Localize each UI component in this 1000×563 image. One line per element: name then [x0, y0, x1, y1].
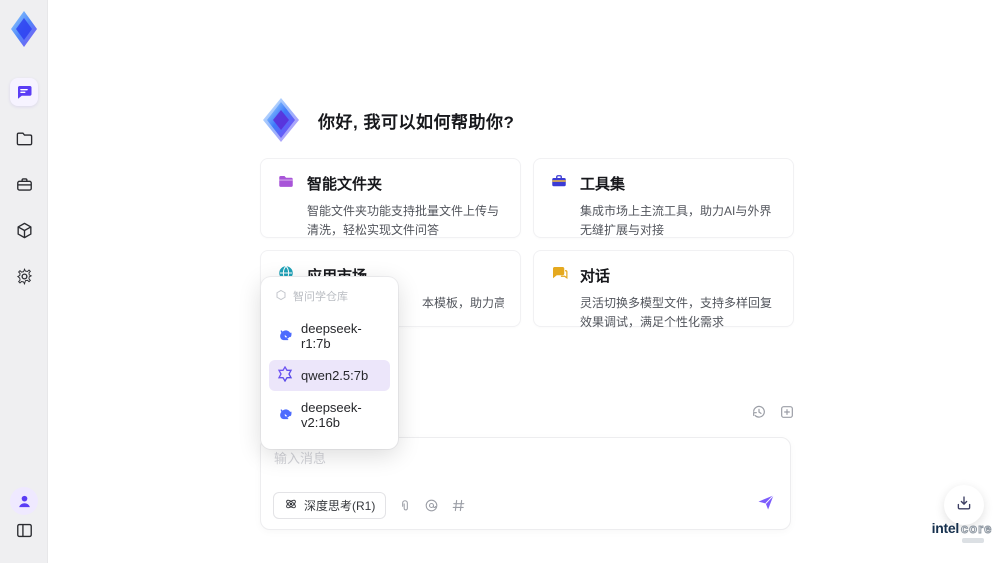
- folder-icon: [15, 129, 34, 148]
- card-desc: 集成市场上主流工具，助力AI与外界无缝扩展与对接: [580, 204, 772, 238]
- model-option-label: deepseek-r1:7b: [301, 321, 362, 351]
- deepseek-whale-icon: [277, 327, 293, 346]
- sidebar-item-collapse[interactable]: [10, 516, 38, 544]
- repo-icon: [275, 289, 287, 304]
- app-logo: [8, 8, 40, 50]
- download-icon: [955, 494, 973, 517]
- paperclip-icon[interactable]: [398, 499, 412, 513]
- model-option-label: qwen2.5:7b: [301, 368, 369, 383]
- toolkit-case-icon: [550, 172, 568, 195]
- model-option-label: deepseek-v2:16b: [301, 400, 362, 430]
- card-title: 智能文件夹: [307, 176, 383, 193]
- message-input-placeholder[interactable]: 输入消息: [274, 448, 326, 467]
- sidebar: [0, 0, 48, 563]
- assistant-logo-icon: [258, 94, 304, 146]
- sidebar-item-folders[interactable]: [10, 124, 38, 152]
- card-dialog[interactable]: 对话 灵活切换多模型文件，支持多样回复效果调试，满足个性化需求: [533, 250, 794, 329]
- at-circle-icon[interactable]: [424, 498, 439, 513]
- greeting-title: 你好, 我可以如何帮助你?: [318, 112, 515, 132]
- atom-icon: [284, 497, 298, 514]
- card-desc: 智能文件夹功能支持批量文件上传与清洗，轻松实现文件问答: [307, 204, 500, 238]
- deep-think-label: 深度思考(R1): [304, 499, 376, 513]
- message-composer[interactable]: 输入消息 深度思考(R1): [260, 437, 791, 530]
- intel-core-badge: intel core: [928, 521, 996, 543]
- hash-icon[interactable]: [451, 498, 466, 513]
- core-logo-text: core: [960, 521, 993, 536]
- history-icon[interactable]: [750, 403, 768, 421]
- new-chat-icon[interactable]: [778, 403, 796, 421]
- sidebar-item-settings[interactable]: [10, 262, 38, 290]
- app-window: 你好, 我可以如何帮助你? 智能文件夹 智能文件夹功能支持批量文件上传与清洗，轻…: [0, 0, 1000, 563]
- gear-icon: [15, 267, 34, 286]
- card-desc-partial: 本模板，助力高效生成多: [422, 296, 504, 310]
- deepseek-whale-icon: [277, 406, 293, 425]
- sidebar-item-models[interactable]: [10, 216, 38, 244]
- card-smart-folder[interactable]: 智能文件夹 智能文件夹功能支持批量文件上传与清洗，轻松实现文件问答: [260, 158, 521, 238]
- greeting: 你好, 我可以如何帮助你?: [258, 94, 514, 146]
- card-desc: 灵活切换多模型文件，支持多样回复效果调试，满足个性化需求: [580, 296, 773, 330]
- send-icon[interactable]: [756, 492, 776, 517]
- download-button[interactable]: [944, 485, 984, 525]
- card-title: 对话: [580, 268, 611, 285]
- model-option-deepseek-r1[interactable]: deepseek-r1:7b: [269, 315, 390, 357]
- card-toolkit[interactable]: 工具集 集成市场上主流工具，助力AI与外界无缝扩展与对接: [533, 158, 794, 238]
- sidebar-item-account[interactable]: [10, 487, 38, 515]
- qwen-icon: [277, 365, 293, 385]
- chat-bubble-icon: [15, 83, 33, 101]
- sidebar-item-chat[interactable]: [10, 78, 38, 106]
- smart-folder-icon: [277, 172, 295, 195]
- user-icon: [16, 493, 33, 510]
- cube-icon: [15, 221, 34, 240]
- dialog-icon: [550, 264, 568, 287]
- model-option-deepseek-v2[interactable]: deepseek-v2:16b: [269, 394, 390, 436]
- card-title: 工具集: [580, 176, 626, 193]
- intel-logo-text: intel: [931, 520, 960, 536]
- briefcase-icon: [15, 175, 34, 194]
- chat-actions: [750, 403, 796, 421]
- core-sub-badge: [962, 538, 984, 543]
- model-dropdown-header-label: 智问学仓库: [293, 291, 348, 303]
- model-dropdown-header: 智问学仓库: [267, 285, 392, 312]
- panel-icon: [15, 521, 34, 540]
- deep-think-toggle[interactable]: 深度思考(R1): [273, 492, 387, 519]
- model-option-qwen[interactable]: qwen2.5:7b: [269, 360, 390, 391]
- composer-toolbar: 深度思考(R1): [273, 492, 466, 519]
- sidebar-item-toolkit[interactable]: [10, 170, 38, 198]
- model-dropdown: 智问学仓库 deepseek-r1:7b qwen2.5:7b deepseek…: [261, 277, 398, 449]
